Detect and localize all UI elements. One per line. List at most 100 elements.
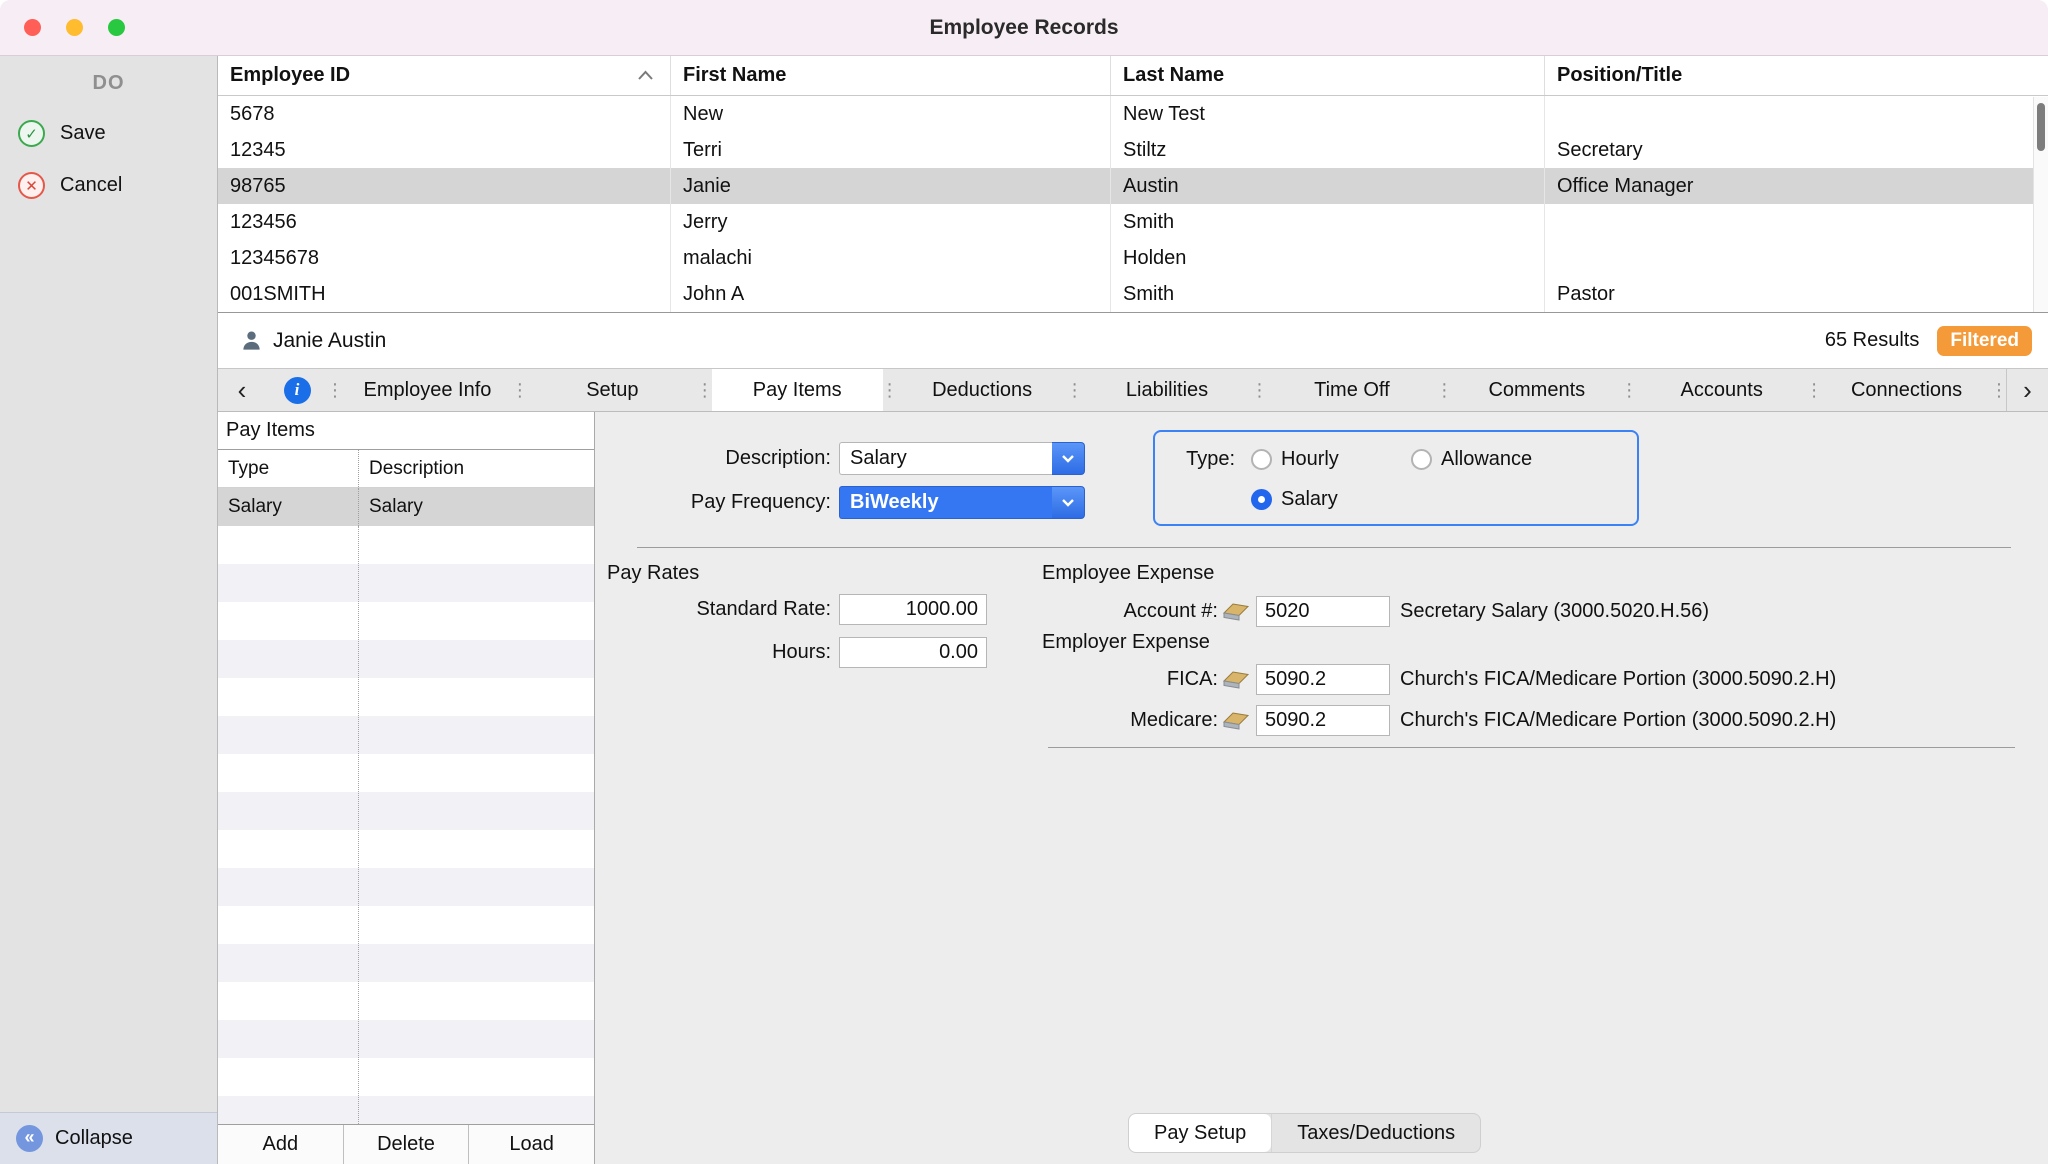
tab-separator: ⋮ bbox=[1807, 369, 1821, 411]
pay-items-column-description[interactable]: Description bbox=[358, 450, 594, 487]
zoom-window-button[interactable] bbox=[108, 19, 125, 36]
column-header-first-name[interactable]: First Name bbox=[671, 56, 1111, 95]
column-header-last-name[interactable]: Last Name bbox=[1111, 56, 1545, 95]
tabs-back-button[interactable]: ‹ bbox=[218, 369, 266, 411]
radio-button-icon bbox=[1251, 489, 1272, 510]
description-label: Description: bbox=[595, 447, 831, 470]
sidebar-header: DO bbox=[0, 72, 217, 95]
table-row[interactable]: 12345 Terri Stiltz Secretary bbox=[218, 132, 2048, 168]
column-header-position[interactable]: Position/Title bbox=[1545, 56, 2048, 95]
column-header-employee-id[interactable]: Employee ID bbox=[218, 56, 671, 95]
bottom-tab[interactable]: Pay Setup bbox=[1129, 1114, 1271, 1152]
bottom-tab-label: Taxes/Deductions bbox=[1297, 1122, 1455, 1145]
radio-label: Hourly bbox=[1281, 448, 1339, 471]
chevron-down-icon[interactable] bbox=[1052, 442, 1085, 475]
description-select[interactable]: Salary bbox=[839, 442, 1085, 475]
pay-frequency-value: BiWeekly bbox=[839, 486, 1052, 519]
cell-last-name: Austin bbox=[1111, 168, 1545, 204]
account-lookup-icon[interactable] bbox=[1222, 601, 1250, 622]
tab-label: Setup bbox=[586, 379, 638, 402]
employee-table: Employee ID First Name Last Name Positio… bbox=[218, 56, 2048, 313]
tab[interactable]: Pay Items ⋮ bbox=[712, 369, 897, 411]
account-number-field[interactable] bbox=[1256, 596, 1390, 627]
add-button[interactable]: Add bbox=[218, 1125, 344, 1164]
minimize-window-button[interactable] bbox=[66, 19, 83, 36]
account-description: Secretary Salary (3000.5020.H.56) bbox=[1400, 600, 1709, 623]
account-lookup-icon[interactable] bbox=[1222, 669, 1250, 690]
account-number-label: Account #: bbox=[1042, 600, 1218, 623]
section-divider bbox=[1048, 747, 2015, 748]
tab-separator: ⋮ bbox=[1622, 369, 1636, 411]
standard-rate-field[interactable] bbox=[839, 594, 987, 625]
employer-expense-title: Employer Expense bbox=[1042, 631, 1210, 654]
cell-last-name: Holden bbox=[1111, 240, 1545, 276]
employee-table-header: Employee ID First Name Last Name Positio… bbox=[218, 56, 2048, 96]
cell-first-name: malachi bbox=[671, 240, 1111, 276]
pay-items-panel: Pay Items Type Description Salary Salary… bbox=[218, 412, 595, 1164]
pay-item-row[interactable]: Salary Salary bbox=[218, 488, 594, 526]
medicare-account-field[interactable] bbox=[1256, 705, 1390, 736]
bottom-tab[interactable]: Taxes/Deductions bbox=[1271, 1114, 1480, 1152]
type-radio[interactable]: Allowance bbox=[1411, 448, 1571, 471]
tab[interactable]: Comments ⋮ bbox=[1451, 369, 1636, 411]
pay-rates-title: Pay Rates bbox=[607, 562, 699, 585]
filtered-badge[interactable]: Filtered bbox=[1937, 326, 2032, 356]
section-divider bbox=[637, 547, 2011, 548]
tab-info[interactable]: i bbox=[266, 369, 328, 411]
tab[interactable]: Time Off ⋮ bbox=[1266, 369, 1451, 411]
chevron-down-icon[interactable] bbox=[1052, 486, 1085, 519]
hours-field[interactable] bbox=[839, 637, 987, 668]
pay-items-column-type[interactable]: Type bbox=[218, 450, 358, 487]
window-title: Employee Records bbox=[0, 16, 2048, 40]
account-lookup-icon[interactable] bbox=[1222, 710, 1250, 731]
tab-separator: ⋮ bbox=[1992, 369, 2006, 411]
tab-label: Deductions bbox=[932, 379, 1032, 402]
cell-position bbox=[1545, 96, 2048, 132]
cell-position bbox=[1545, 240, 2048, 276]
tab[interactable]: Connections ⋮ bbox=[1821, 369, 2006, 411]
table-row[interactable]: 98765 Janie Austin Office Manager bbox=[218, 168, 2048, 204]
collapse-button[interactable]: « Collapse bbox=[0, 1112, 217, 1164]
tab-strip: Employee Info ⋮ Setup ⋮ Pay Items ⋮ Dedu… bbox=[342, 369, 2006, 411]
close-window-button[interactable] bbox=[24, 19, 41, 36]
tab-separator: ⋮ bbox=[883, 369, 897, 411]
description-value: Salary bbox=[839, 442, 1052, 475]
fica-label: FICA: bbox=[1042, 668, 1218, 691]
tab-label: Comments bbox=[1488, 379, 1585, 402]
pay-item-description: Salary bbox=[358, 488, 594, 526]
cancel-button[interactable]: ✕ Cancel bbox=[0, 172, 217, 199]
table-row[interactable]: 12345678 malachi Holden bbox=[218, 240, 2048, 276]
cell-first-name: Jerry bbox=[671, 204, 1111, 240]
tab[interactable]: Liabilities ⋮ bbox=[1082, 369, 1267, 411]
fica-account-description: Church's FICA/Medicare Portion (3000.509… bbox=[1400, 668, 1836, 691]
pay-frequency-select[interactable]: BiWeekly bbox=[839, 486, 1085, 519]
type-radio[interactable]: Salary bbox=[1251, 488, 1411, 511]
content-area: Pay Items Type Description Salary Salary… bbox=[218, 412, 2048, 1164]
main-area: Employee ID First Name Last Name Positio… bbox=[218, 56, 2048, 1164]
table-row[interactable]: 5678 New New Test bbox=[218, 96, 2048, 132]
load-button[interactable]: Load bbox=[469, 1125, 594, 1164]
save-label: Save bbox=[60, 122, 106, 145]
tab[interactable]: Employee Info ⋮ bbox=[342, 369, 527, 411]
type-radio[interactable]: Hourly bbox=[1251, 448, 1411, 471]
tab-separator: ⋮ bbox=[328, 369, 342, 411]
table-row[interactable]: 123456 Jerry Smith bbox=[218, 204, 2048, 240]
tabs-forward-button[interactable]: › bbox=[2006, 369, 2048, 411]
scrollbar-thumb[interactable] bbox=[2037, 103, 2045, 151]
type-label: Type: bbox=[1175, 448, 1235, 471]
tab[interactable]: Accounts ⋮ bbox=[1636, 369, 1821, 411]
table-scrollbar[interactable] bbox=[2033, 97, 2048, 312]
delete-button[interactable]: Delete bbox=[344, 1125, 470, 1164]
fica-account-field[interactable] bbox=[1256, 664, 1390, 695]
medicare-label: Medicare: bbox=[1042, 709, 1218, 732]
tab[interactable]: Deductions ⋮ bbox=[897, 369, 1082, 411]
save-button[interactable]: ✓ Save bbox=[0, 120, 217, 147]
pay-item-type: Salary bbox=[218, 488, 358, 526]
radio-label: Allowance bbox=[1441, 448, 1532, 471]
radio-label: Salary bbox=[1281, 488, 1338, 511]
table-row[interactable]: 001SMITH John A Smith Pastor bbox=[218, 276, 2048, 312]
pay-frequency-label: Pay Frequency: bbox=[595, 491, 831, 514]
pay-items-body: Salary Salary bbox=[218, 488, 594, 526]
cancel-x-icon: ✕ bbox=[18, 172, 45, 199]
tab[interactable]: Setup ⋮ bbox=[527, 369, 712, 411]
